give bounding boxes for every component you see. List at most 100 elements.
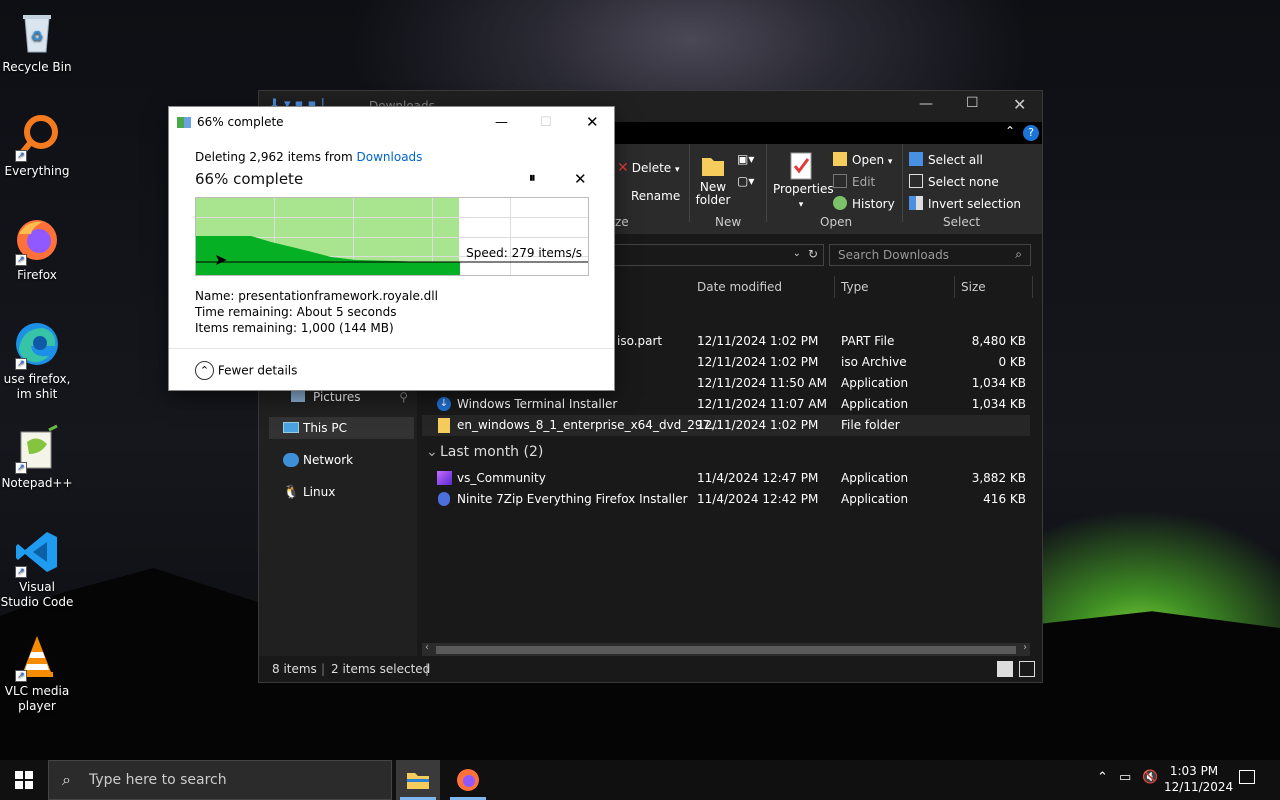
recycle-progress-icon — [177, 117, 191, 128]
select-all-button[interactable]: Select all — [909, 152, 983, 167]
horizontal-scrollbar[interactable]: ‹ › — [422, 642, 1030, 657]
fewer-details-button[interactable]: ⌃ Fewer details — [195, 361, 297, 380]
show-hidden-icons-button[interactable]: ⌃ — [1097, 770, 1108, 785]
address-bar[interactable]: ⌄ ↻ — [614, 244, 824, 266]
new-group-label: New — [715, 215, 742, 229]
progress-heading: 66% complete — [195, 170, 304, 188]
start-button[interactable] — [0, 760, 48, 800]
installer-icon: ↓ — [437, 397, 451, 411]
file-type: File folder — [841, 418, 900, 432]
open-button[interactable]: Open ▾ — [833, 152, 892, 167]
desktop-icon-label: Everything — [4, 164, 70, 178]
downloads-link[interactable]: Downloads — [357, 150, 423, 164]
select-none-button[interactable]: Select none — [909, 174, 999, 189]
history-button[interactable]: History — [833, 196, 895, 211]
taskbar-search-box[interactable]: ⌕ Type here to search — [48, 760, 392, 800]
file-type: Application — [841, 492, 909, 506]
file-row[interactable]: Ninite 7Zip Everything Firefox Installer… — [422, 489, 1030, 510]
desktop-icon-vscode[interactable]: ↗ Visual Studio Code — [0, 522, 74, 610]
scroll-right-icon[interactable]: › — [1023, 642, 1027, 653]
delete-label: Delete — [631, 161, 672, 175]
speed-label: Speed: 279 items/s — [466, 246, 582, 260]
file-type: iso Archive — [841, 355, 907, 369]
nav-item-this-pc[interactable]: This PC — [269, 417, 414, 439]
search-downloads-input[interactable]: Search Downloads ⌕ — [829, 244, 1031, 266]
delete-button[interactable]: ✕ Delete ▾ — [617, 160, 680, 176]
nav-item-label: Pictures — [313, 390, 361, 404]
network-icon — [283, 453, 299, 467]
file-size: 416 KB — [983, 492, 1026, 506]
edit-icon — [833, 174, 847, 188]
desktop-icon-label: Firefox — [17, 268, 57, 282]
easy-access-button[interactable]: ▢▾ — [737, 174, 754, 188]
new-folder-button[interactable]: New folder — [694, 152, 732, 207]
desktop-icon-vlc[interactable]: ↗ VLC media player — [0, 626, 74, 714]
open-icon — [833, 152, 847, 166]
properties-button[interactable]: Properties ▾ — [773, 152, 834, 210]
file-size: 0 KB — [998, 355, 1026, 369]
file-row[interactable]: ↓ Windows Terminal Installer 12/11/2024 … — [422, 394, 1030, 415]
nav-item-label: This PC — [303, 421, 347, 435]
pause-button[interactable]: ⏸ — [529, 171, 536, 186]
rename-button[interactable]: Rename — [617, 189, 680, 203]
details-view-button[interactable] — [997, 661, 1013, 677]
collapse-ribbon-icon[interactable]: ⌃ — [1005, 124, 1015, 138]
desktop-icon-firefox[interactable]: ↗ Firefox — [0, 210, 74, 283]
nav-item-network[interactable]: Network — [269, 449, 414, 471]
notifications-icon[interactable] — [1239, 770, 1255, 784]
invert-selection-button[interactable]: Invert selection — [909, 196, 1021, 211]
file-name: iso.part — [617, 334, 663, 348]
file-row[interactable]: vs_Community 11/4/2024 12:47 PM Applicat… — [422, 468, 1030, 489]
this-pc-icon — [283, 422, 299, 433]
firefox-icon: ↗ — [13, 216, 61, 266]
delete-progress-dialog[interactable]: 66% complete — ☐ ✕ Deleting 2,962 items … — [168, 106, 615, 391]
file-date: 11/4/2024 12:42 PM — [697, 492, 819, 506]
name-value: presentationframework.royale.dll — [238, 289, 438, 303]
windows-logo-icon — [15, 771, 33, 789]
edit-button[interactable]: Edit — [833, 174, 875, 189]
address-dropdown-icon[interactable]: ⌄ — [793, 248, 801, 259]
items-remaining-value: 1,000 (144 MB) — [300, 321, 394, 335]
dialog-minimize-button[interactable]: — — [495, 107, 508, 138]
file-row[interactable]: en_windows_8_1_enterprise_x64_dvd_297...… — [422, 415, 1030, 436]
file-name: Ninite 7Zip Everything Firefox Installer — [457, 492, 688, 506]
help-icon[interactable]: ? — [1023, 125, 1039, 141]
maximize-button[interactable]: ☐ — [966, 95, 979, 111]
taskbar: ⌕ Type here to search ⌃ ▭ 🔇 1:03 PM 12/1… — [0, 760, 1280, 800]
search-placeholder: Search Downloads — [838, 248, 949, 262]
file-type: PART File — [841, 334, 895, 348]
refresh-icon[interactable]: ↻ — [808, 247, 818, 261]
volume-muted-icon[interactable]: 🔇 — [1142, 770, 1158, 785]
status-item-count: 8 items — [272, 662, 317, 676]
file-size: 8,480 KB — [971, 334, 1026, 348]
large-icons-view-button[interactable] — [1019, 661, 1035, 677]
dialog-close-button[interactable]: ✕ — [586, 107, 599, 138]
rename-label: Rename — [631, 189, 681, 203]
new-item-icon: ▣▾ — [737, 152, 755, 166]
column-header-type[interactable]: Type — [835, 276, 955, 298]
minimize-button[interactable]: — — [919, 96, 933, 112]
taskbar-firefox[interactable] — [446, 760, 490, 800]
stop-button[interactable]: ✕ — [574, 170, 587, 188]
dialog-title-bar[interactable]: 66% complete — ☐ ✕ — [169, 107, 614, 138]
desktop-icon-recycle-bin[interactable]: ♻ Recycle Bin — [0, 2, 74, 75]
close-button[interactable]: ✕ — [1013, 95, 1026, 114]
column-header-date[interactable]: Date modified — [691, 276, 835, 298]
scroll-thumb[interactable] — [436, 646, 1016, 654]
new-folder-label: New folder — [695, 180, 731, 207]
desktop-icon-notepadpp[interactable]: ↗ Notepad++ — [0, 418, 74, 491]
column-header-size[interactable]: Size — [955, 276, 1033, 298]
scroll-left-icon[interactable]: ‹ — [425, 642, 429, 653]
new-item-button[interactable]: ▣▾ — [737, 152, 754, 166]
group-header-last-month[interactable]: ⌄ Last month (2) — [422, 442, 1030, 463]
file-date: 12/11/2024 1:02 PM — [697, 418, 819, 432]
nav-item-linux[interactable]: 🐧 Linux — [269, 481, 414, 503]
svg-text:♻: ♻ — [31, 29, 44, 45]
chevron-up-circle-icon: ⌃ — [195, 361, 214, 380]
group-header-label: Last month (2) — [440, 444, 544, 460]
taskbar-file-explorer[interactable] — [396, 760, 440, 800]
clock[interactable]: 1:03 PM 12/11/2024 — [1164, 763, 1233, 795]
desktop-icon-edge[interactable]: ↗ use firefox, im shit — [0, 314, 74, 402]
network-tray-icon[interactable]: ▭ — [1119, 770, 1131, 785]
desktop-icon-everything[interactable]: ↗ Everything — [0, 106, 74, 179]
